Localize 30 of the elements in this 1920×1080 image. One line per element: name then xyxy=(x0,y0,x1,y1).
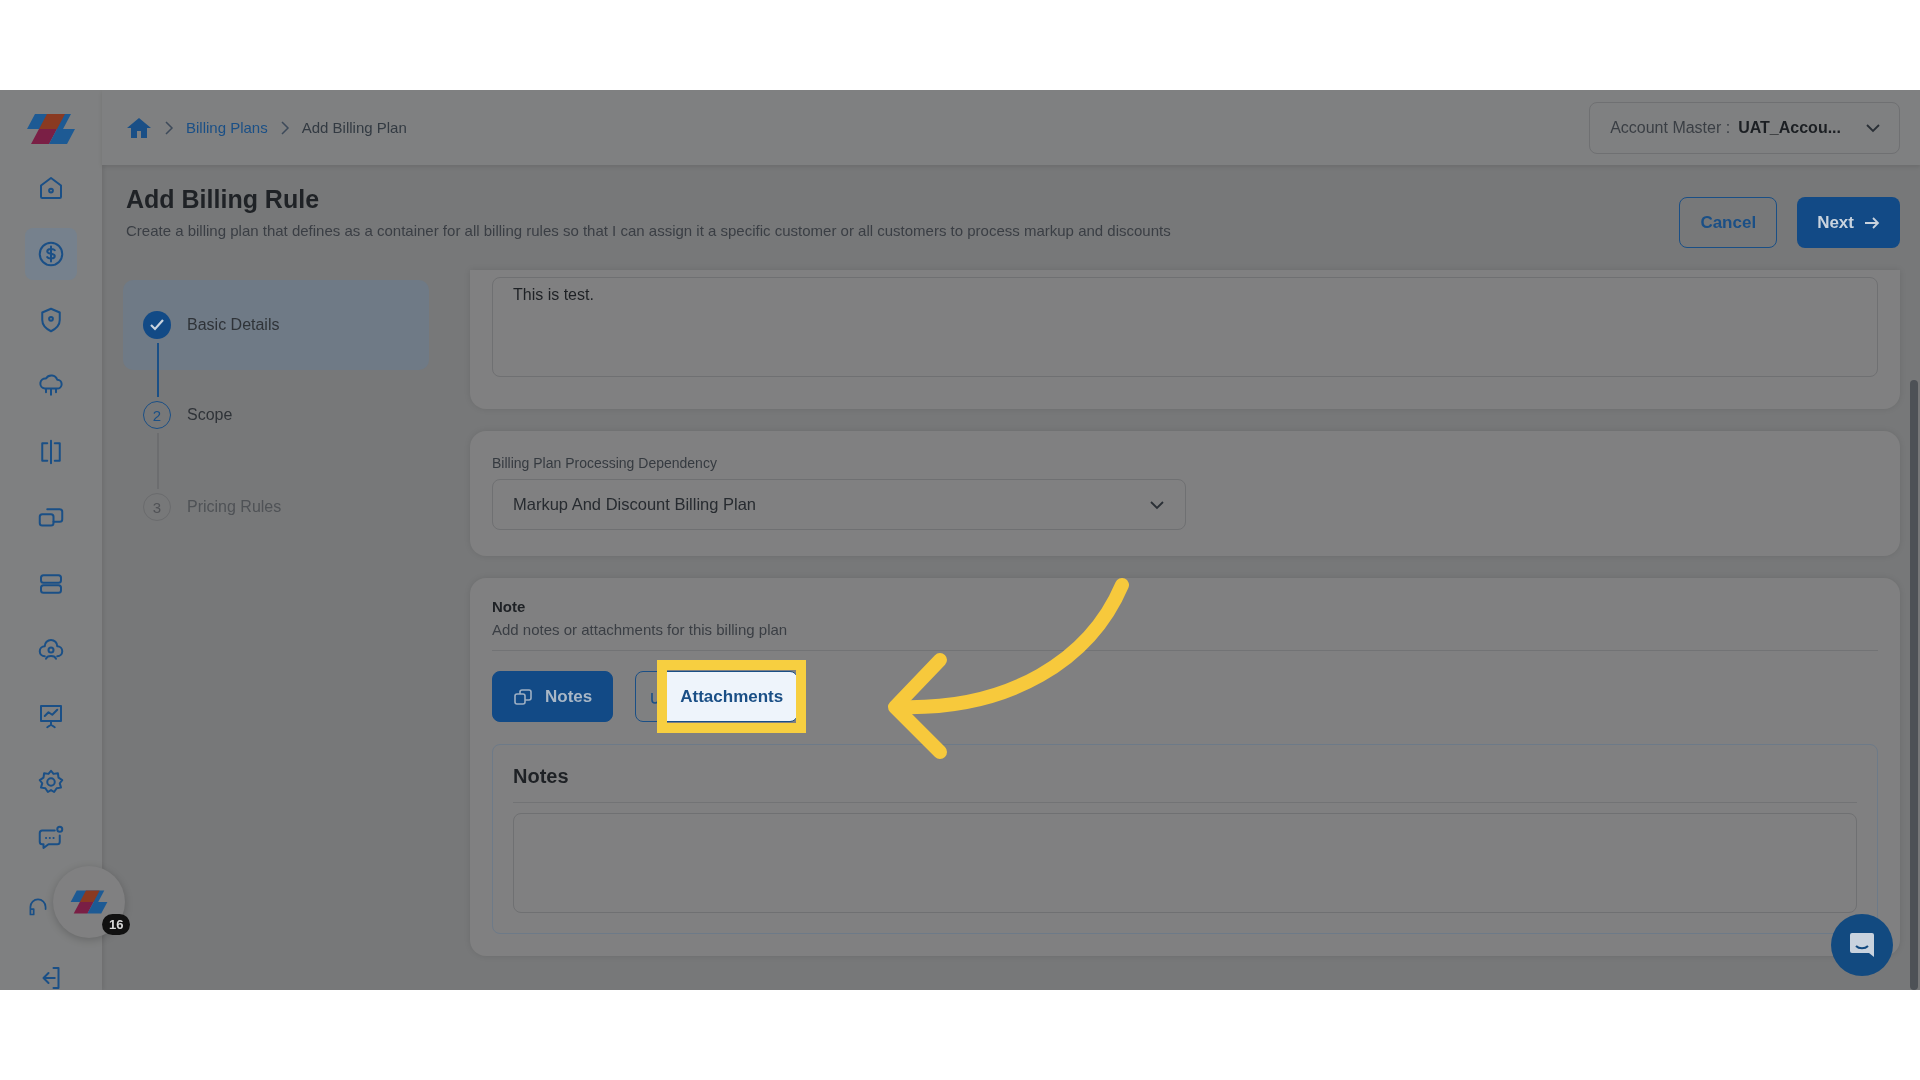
logo-icon xyxy=(69,889,109,915)
field-label: Billing Plan Processing Dependency xyxy=(492,455,718,471)
home-icon[interactable] xyxy=(126,115,152,140)
scrollbar[interactable] xyxy=(1910,380,1918,990)
dollar-icon[interactable] xyxy=(25,228,77,280)
chevron-right-icon xyxy=(164,120,174,135)
chat-icon xyxy=(1847,930,1877,960)
cancel-button[interactable]: Cancel xyxy=(1679,197,1778,248)
chevron-right-icon xyxy=(279,120,290,135)
step-item-active[interactable]: Basic Details xyxy=(123,280,429,370)
step-item[interactable]: 2 Scope xyxy=(123,397,429,433)
logo-icon xyxy=(25,112,77,146)
breadcrumb-link[interactable]: Billing Plans xyxy=(186,119,268,136)
section-title: Note xyxy=(492,598,527,615)
panel-title: Notes xyxy=(513,765,570,788)
account-dropdown[interactable]: Account Master : UAT_Accou... xyxy=(1589,101,1900,154)
breadcrumb-current: Add Billing Plan xyxy=(301,119,407,136)
chevron-down-icon xyxy=(1149,499,1165,510)
notes-tab[interactable]: Notes xyxy=(492,671,614,722)
next-button[interactable]: Next xyxy=(1797,197,1900,248)
chevron-down-icon xyxy=(1865,122,1881,133)
page-title: Add Billing Rule xyxy=(126,185,321,214)
notes-field[interactable] xyxy=(513,813,1857,913)
arrow-right-icon xyxy=(1864,215,1880,230)
dependency-select[interactable]: Markup And Discount Billing Plan xyxy=(492,479,1186,530)
attachments-tab[interactable]: Attachments xyxy=(635,671,799,722)
description-field[interactable]: This is test. xyxy=(492,277,1878,377)
count-badge: 16 xyxy=(102,914,131,935)
section-subtitle: Add notes or attachments for this billing plan xyxy=(492,621,789,638)
copy-icon xyxy=(513,687,533,706)
